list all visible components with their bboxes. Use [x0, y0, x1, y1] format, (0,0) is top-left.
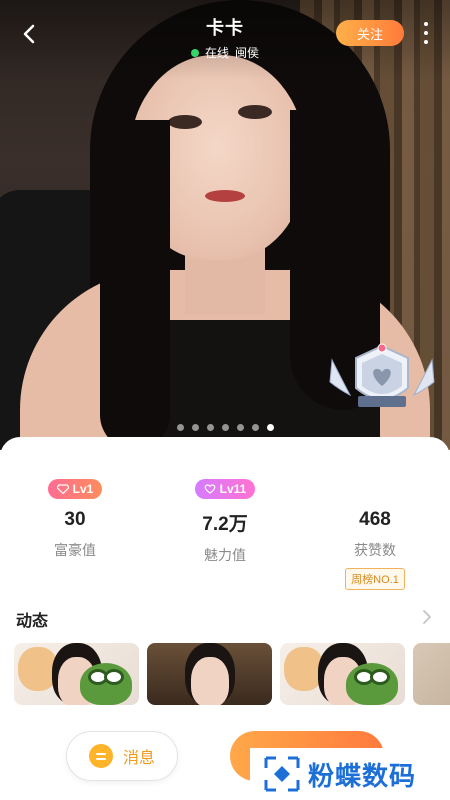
- photo-lips: [205, 190, 245, 202]
- moment-thumbnail[interactable]: [14, 643, 139, 705]
- wealth-stat[interactable]: Lv1 30 富豪值: [0, 479, 150, 560]
- moment-thumbnail[interactable]: [280, 643, 405, 705]
- gallery-pagination: [0, 424, 450, 431]
- pagination-dot[interactable]: [176, 424, 184, 431]
- watermark-text: 粉蝶数码: [308, 760, 417, 791]
- moment-thumbnail[interactable]: [413, 643, 450, 705]
- pagination-dot[interactable]: [236, 424, 244, 431]
- pagination-dot[interactable]: [206, 424, 214, 431]
- follow-button[interactable]: 关注: [336, 20, 404, 46]
- message-icon: [88, 744, 113, 768]
- charm-stat[interactable]: Lv11 7.2万 魅力值: [150, 479, 300, 565]
- stats-row: Lv1 30 富豪值 Lv11 7.2万 魅力值 468 获赞数 周榜NO.1: [0, 479, 450, 590]
- likes-value: 468: [359, 509, 391, 530]
- guardian-badge-icon[interactable]: [322, 340, 442, 420]
- pagination-dot[interactable]: [221, 424, 229, 431]
- photo-eye-left: [168, 115, 202, 129]
- more-options-icon[interactable]: [420, 20, 432, 46]
- moments-title: 动态: [16, 613, 49, 630]
- likes-label: 获赞数: [354, 542, 396, 558]
- photo-hair-left: [100, 120, 170, 450]
- moments-more-button[interactable]: [420, 608, 434, 626]
- charm-level-badge: Lv11: [194, 479, 256, 499]
- thumbnail-portrait: [191, 657, 229, 705]
- chevron-right-icon: [423, 610, 431, 624]
- dog-sticker-icon: [284, 647, 324, 691]
- profile-card: Lv1 30 富豪值 Lv11 7.2万 魅力值 468 获赞数 周榜NO.1 …: [0, 437, 450, 800]
- wealth-level-badge: Lv1: [47, 479, 103, 499]
- frog-sticker-icon: [346, 663, 398, 705]
- charm-level-text: Lv11: [219, 482, 247, 496]
- pagination-dot[interactable]: [251, 424, 259, 431]
- charm-value: 7.2万: [202, 514, 248, 535]
- frog-sticker-icon: [80, 663, 132, 705]
- pagination-dot[interactable]: [191, 424, 199, 431]
- likes-stat[interactable]: 468 获赞数 周榜NO.1: [300, 479, 450, 590]
- watermark-logo-icon: [262, 754, 302, 794]
- charm-label: 魅力值: [204, 547, 246, 563]
- pagination-dot[interactable]: [266, 424, 274, 431]
- wealth-label: 富豪值: [54, 542, 96, 558]
- weekly-rank-badge: 周榜NO.1: [345, 568, 405, 590]
- message-button[interactable]: 消息: [66, 731, 178, 781]
- diamond-icon: [56, 484, 69, 494]
- wealth-value: 30: [64, 509, 86, 530]
- heart-icon: [204, 484, 215, 494]
- moment-thumbnail[interactable]: [147, 643, 272, 705]
- wealth-level-text: Lv1: [72, 482, 94, 496]
- message-label: 消息: [122, 750, 155, 767]
- photo-eye-right: [238, 105, 272, 119]
- watermark: 粉蝶数码: [250, 748, 450, 800]
- moments-thumbnails: [14, 643, 450, 705]
- dog-sticker-icon: [18, 647, 58, 691]
